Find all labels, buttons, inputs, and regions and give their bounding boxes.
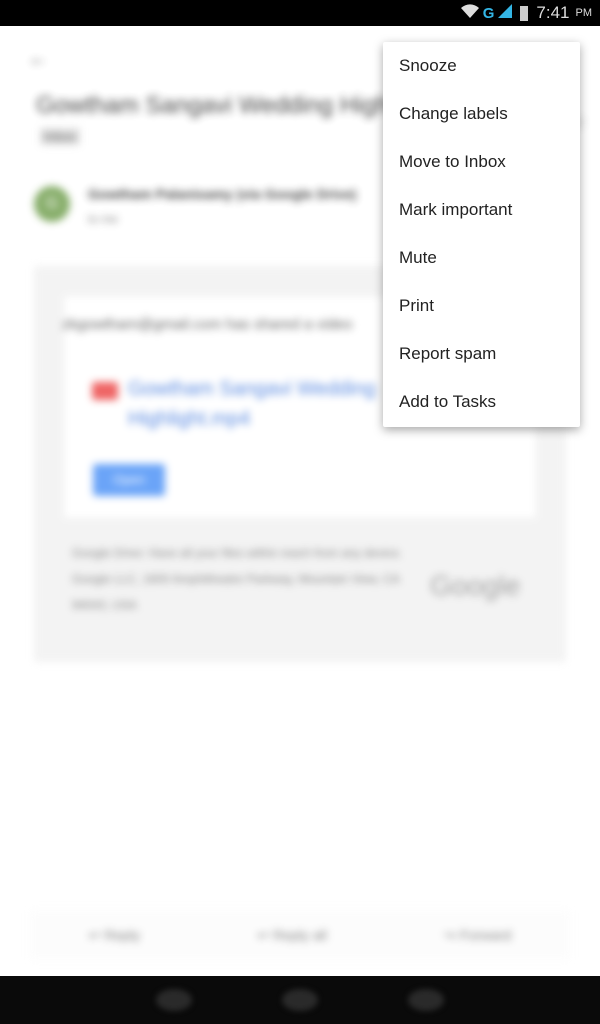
signal-icon: [498, 3, 513, 23]
video-file-icon: [92, 382, 118, 400]
reply-all-label: Reply all: [273, 926, 327, 943]
forward-button[interactable]: ↪ Forward: [444, 927, 511, 944]
wifi-icon: [460, 3, 479, 23]
footer-text: Google Drive: Have all your files within…: [72, 540, 412, 618]
forward-label: Forward: [459, 926, 512, 943]
battery-icon: [520, 5, 529, 21]
menu-item-change-labels[interactable]: Change labels: [383, 90, 580, 138]
recipient[interactable]: to me: [88, 212, 118, 226]
clock-ampm: PM: [575, 7, 593, 19]
menu-item-print[interactable]: Print: [383, 282, 580, 330]
menu-item-move-to-inbox[interactable]: Move to Inbox: [383, 138, 580, 186]
open-button[interactable]: Open: [93, 464, 165, 496]
footer-line-1: Google Drive: Have all your files within…: [72, 546, 403, 560]
shared-text: zkgowtham@gmail.com has shared a video: [62, 316, 353, 333]
overflow-menu: Snooze Change labels Move to Inbox Mark …: [383, 42, 580, 427]
sender-name: Gowtham Palanisamy (via Google Drive): [88, 186, 357, 202]
back-nav-icon[interactable]: [156, 989, 192, 1011]
network-type: G: [482, 4, 495, 22]
label-chip[interactable]: Inbox: [40, 128, 80, 145]
navigation-bar: [0, 976, 600, 1024]
footer-line-2: Google LLC, 1600 Amphitheatre Parkway, M…: [72, 572, 400, 612]
file-link[interactable]: Gowtham Sangavi Wedding Highlight.mp4: [128, 374, 388, 434]
reply-button[interactable]: ↩ Reply: [89, 927, 140, 944]
menu-item-report-spam[interactable]: Report spam: [383, 330, 580, 378]
home-nav-icon[interactable]: [282, 989, 318, 1011]
recents-nav-icon[interactable]: [408, 989, 444, 1011]
reply-all-button[interactable]: ↩ Reply all: [258, 927, 327, 944]
google-logo: Google: [430, 570, 521, 601]
menu-item-add-to-tasks[interactable]: Add to Tasks: [383, 378, 580, 426]
clock: 7:41: [536, 3, 570, 22]
back-arrow-icon[interactable]: ←: [28, 48, 48, 71]
avatar[interactable]: G: [34, 186, 70, 222]
status-bar: G 7:41 PM: [0, 0, 600, 26]
menu-item-snooze[interactable]: Snooze: [383, 42, 580, 90]
menu-item-mark-important[interactable]: Mark important: [383, 186, 580, 234]
action-bar: ↩ Reply ↩ Reply all ↪ Forward: [30, 910, 570, 960]
menu-item-mute[interactable]: Mute: [383, 234, 580, 282]
reply-label: Reply: [104, 926, 141, 943]
